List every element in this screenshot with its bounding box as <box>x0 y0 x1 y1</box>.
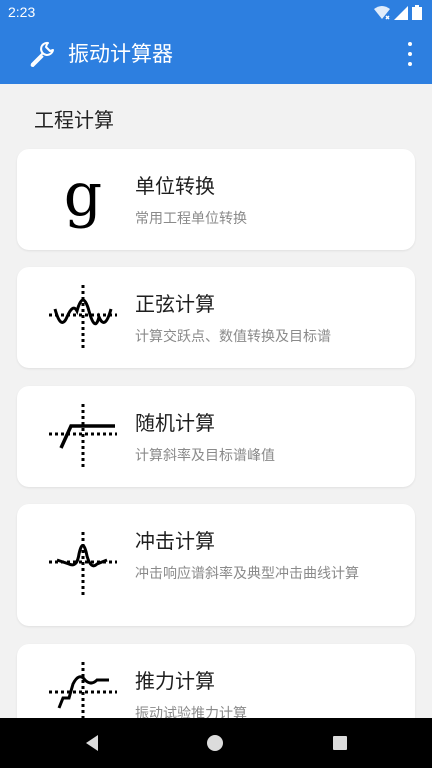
card-shock-calc[interactable]: 冲击计算 冲击响应谱斜率及典型冲击曲线计算 <box>17 504 415 626</box>
card-subtitle: 冲击响应谱斜率及典型冲击曲线计算 <box>135 566 359 582</box>
card-title: 推力计算 <box>135 669 215 693</box>
battery-icon <box>412 5 422 20</box>
status-icons <box>374 5 422 20</box>
card-subtitle: 常用工程单位转换 <box>135 211 247 227</box>
menu-dot <box>408 62 412 66</box>
recents-icon[interactable] <box>333 736 347 750</box>
menu-dot <box>408 42 412 46</box>
card-thrust-calc[interactable]: 推力计算 振动试验推力计算 <box>17 644 415 718</box>
letter-g-glyph: g <box>63 160 103 230</box>
signal-icon <box>394 5 408 20</box>
wrench-icon <box>30 41 54 67</box>
random-profile-icon <box>49 404 117 468</box>
card-subtitle: 振动试验推力计算 <box>135 706 247 718</box>
sine-wave-icon <box>49 285 117 349</box>
main-content: 工程计算 g 单位转换 常用工程单位转换 正弦计算 计算交跃点、数值转换及目标谱… <box>0 84 432 718</box>
card-title: 单位转换 <box>135 174 215 198</box>
thrust-curve-icon <box>49 662 117 718</box>
overflow-menu-button[interactable] <box>402 42 418 66</box>
card-random-calc[interactable]: 随机计算 计算斜率及目标谱峰值 <box>17 386 415 487</box>
card-subtitle: 计算交跃点、数值转换及目标谱 <box>135 329 331 345</box>
back-icon[interactable] <box>84 735 100 751</box>
app-bar: 振动计算器 <box>0 24 432 84</box>
card-unit-conversion[interactable]: g 单位转换 常用工程单位转换 <box>17 149 415 250</box>
status-bar: 2:23 <box>0 0 432 24</box>
card-subtitle: 计算斜率及目标谱峰值 <box>135 448 275 464</box>
letter-g-icon: g <box>47 163 119 235</box>
card-sine-calc[interactable]: 正弦计算 计算交跃点、数值转换及目标谱 <box>17 267 415 368</box>
section-title: 工程计算 <box>34 108 114 132</box>
card-title: 冲击计算 <box>135 529 215 553</box>
shock-pulse-icon <box>49 532 117 596</box>
card-title: 正弦计算 <box>135 292 215 316</box>
status-time: 2:23 <box>8 4 36 20</box>
app-title: 振动计算器 <box>68 42 173 66</box>
wifi-icon <box>374 5 390 20</box>
home-icon[interactable] <box>207 735 223 751</box>
menu-dot <box>408 52 412 56</box>
card-title: 随机计算 <box>135 411 215 435</box>
system-nav-bar <box>0 718 432 768</box>
